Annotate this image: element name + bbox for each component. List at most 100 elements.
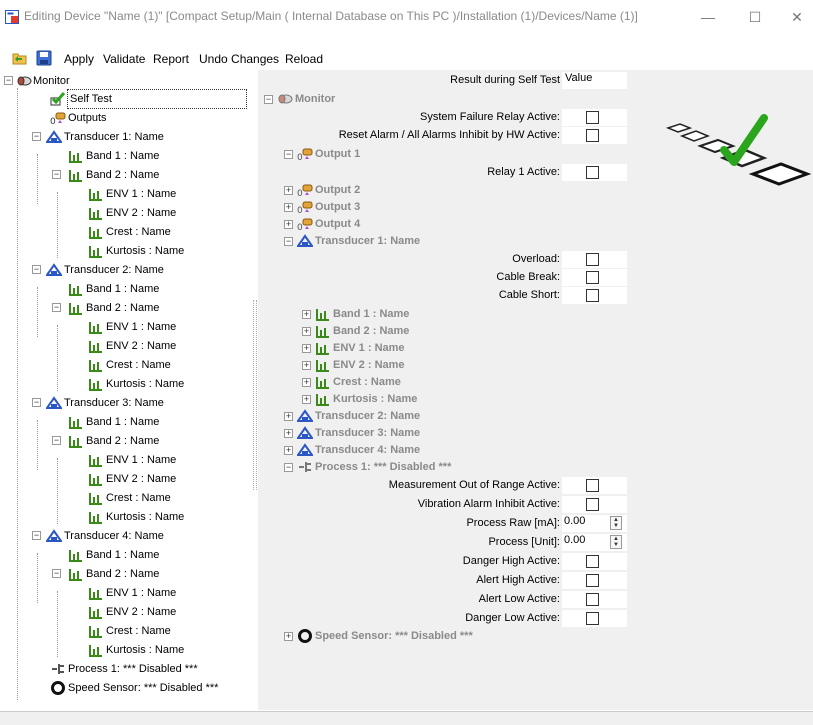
vibration-alarm-inhibit-checkbox[interactable] — [586, 498, 599, 511]
group-band-2[interactable]: + Band 2 : Name — [302, 323, 502, 340]
collapse-icon[interactable]: − — [32, 265, 41, 274]
svg-text:0: 0 — [297, 189, 303, 198]
collapse-icon[interactable]: − — [32, 398, 41, 407]
collapse-icon[interactable]: − — [32, 531, 41, 540]
tree-item-monitor[interactable]: − Monitor — [0, 72, 250, 90]
group-env-1[interactable]: + ENV 1 : Name — [302, 340, 502, 357]
transducer-icon — [46, 396, 62, 409]
reload-button[interactable]: Reload — [285, 52, 323, 66]
svg-text:0: 0 — [50, 117, 56, 126]
expand-icon[interactable]: + — [284, 186, 293, 195]
minimize-button[interactable]: — — [686, 2, 730, 32]
self-test-checklist-graphic — [665, 114, 812, 186]
band-icon — [316, 394, 329, 406]
row-cable-break: Cable Break: — [496, 271, 560, 283]
band-icon — [89, 246, 102, 258]
reset-alarm-checkbox[interactable] — [586, 129, 599, 142]
collapse-icon[interactable]: − — [52, 303, 61, 312]
group-output-2[interactable]: + 0 Output 2 — [284, 182, 484, 199]
expand-icon[interactable]: + — [284, 632, 293, 641]
value-cell — [562, 109, 627, 126]
group-transducer-1[interactable]: − Transducer 1: Name — [284, 233, 504, 250]
process-unit-value[interactable]: 0.00 — [564, 534, 585, 546]
group-monitor[interactable]: − Monitor — [264, 91, 464, 108]
window-title: Editing Device "Name (1)" [Compact Setup… — [24, 9, 638, 23]
group-output-3[interactable]: + 0 Output 3 — [284, 199, 484, 216]
expand-icon[interactable]: + — [284, 220, 293, 229]
expand-icon[interactable]: + — [284, 203, 293, 212]
svg-text:0: 0 — [297, 153, 303, 162]
tree-guide-line — [37, 420, 38, 470]
output-icon: 0 — [297, 218, 313, 232]
expand-icon[interactable]: + — [302, 327, 311, 336]
system-failure-checkbox[interactable] — [586, 111, 599, 124]
group-transducer-4[interactable]: + Transducer 4: Name — [284, 442, 504, 459]
group-crest[interactable]: + Crest : Name — [302, 374, 502, 391]
collapse-icon[interactable]: − — [52, 170, 61, 179]
svg-text:0: 0 — [297, 223, 303, 232]
group-output-1[interactable]: − 0 Output 1 — [284, 146, 484, 163]
expand-icon[interactable]: + — [284, 446, 293, 455]
cable-break-checkbox[interactable] — [586, 271, 599, 284]
collapse-icon[interactable]: − — [264, 95, 273, 104]
expand-icon[interactable]: + — [284, 429, 293, 438]
spin-updown-icon[interactable]: ▲ ▼ — [610, 535, 622, 549]
report-button[interactable]: Report — [153, 52, 189, 66]
overload-checkbox[interactable] — [586, 253, 599, 266]
save-icon[interactable] — [36, 50, 52, 66]
group-env-2[interactable]: + ENV 2 : Name — [302, 357, 502, 374]
collapse-icon[interactable]: − — [284, 237, 293, 246]
collapse-icon[interactable]: − — [284, 150, 293, 159]
collapse-icon[interactable]: − — [52, 436, 61, 445]
cable-short-checkbox[interactable] — [586, 289, 599, 302]
band-icon — [89, 607, 102, 619]
expand-icon[interactable]: + — [284, 412, 293, 421]
expand-icon[interactable]: + — [302, 378, 311, 387]
title-bar: Editing Device "Name (1)" [Compact Setup… — [0, 0, 813, 34]
status-bar — [0, 711, 813, 725]
group-speed-sensor[interactable]: + Speed Sensor: *** Disabled *** — [284, 628, 544, 645]
row-cable-short: Cable Short: — [498, 289, 560, 301]
band-icon — [316, 377, 329, 389]
band-icon — [89, 493, 102, 505]
expand-icon[interactable]: + — [302, 395, 311, 404]
danger-low-checkbox[interactable] — [586, 612, 599, 625]
process-plug-icon — [299, 462, 311, 472]
device-tree: − Monitor Self Test 0 Outputs − Transduc… — [0, 70, 252, 710]
group-transducer-2[interactable]: + Transducer 2: Name — [284, 408, 504, 425]
panel-splitter[interactable] — [253, 300, 257, 490]
collapse-icon[interactable]: − — [32, 132, 41, 141]
process-raw-value[interactable]: 0.00 — [564, 515, 585, 527]
column-header-value: Value — [562, 72, 627, 89]
validate-button[interactable]: Validate — [103, 52, 145, 66]
undo-changes-button[interactable]: Undo Changes — [199, 52, 279, 66]
group-process-1[interactable]: − Process 1: *** Disabled *** — [284, 459, 524, 476]
relay-1-checkbox[interactable] — [586, 166, 599, 179]
open-folder-icon[interactable] — [12, 50, 28, 66]
apply-button[interactable]: Apply — [64, 52, 94, 66]
close-button[interactable]: ✕ — [775, 2, 813, 32]
collapse-icon[interactable]: − — [52, 569, 61, 578]
measurement-out-of-range-checkbox[interactable] — [586, 479, 599, 492]
expand-icon[interactable]: + — [302, 310, 311, 319]
group-band-1[interactable]: + Band 1 : Name — [302, 306, 502, 323]
maximize-button[interactable]: ☐ — [733, 2, 777, 32]
collapse-icon[interactable]: − — [284, 463, 293, 472]
tree-item-self-test[interactable]: Self Test — [36, 89, 248, 109]
group-transducer-3[interactable]: + Transducer 3: Name — [284, 425, 504, 442]
spin-updown-icon[interactable]: ▲ ▼ — [610, 516, 622, 530]
expand-icon[interactable]: + — [302, 361, 311, 370]
band-icon — [316, 326, 329, 338]
expand-icon[interactable]: + — [302, 344, 311, 353]
transducer-icon — [297, 234, 313, 247]
alert-high-checkbox[interactable] — [586, 574, 599, 587]
alert-low-checkbox[interactable] — [586, 593, 599, 606]
group-kurtosis[interactable]: + Kurtosis : Name — [302, 391, 502, 408]
band-icon — [69, 550, 82, 562]
row-overload: Overload: — [512, 253, 560, 265]
group-output-4[interactable]: + 0 Output 4 — [284, 216, 484, 233]
row-process-unit: Process [Unit]: — [488, 536, 560, 548]
collapse-icon[interactable]: − — [4, 76, 13, 85]
danger-high-checkbox[interactable] — [586, 555, 599, 568]
tree-guide-line — [37, 154, 38, 204]
